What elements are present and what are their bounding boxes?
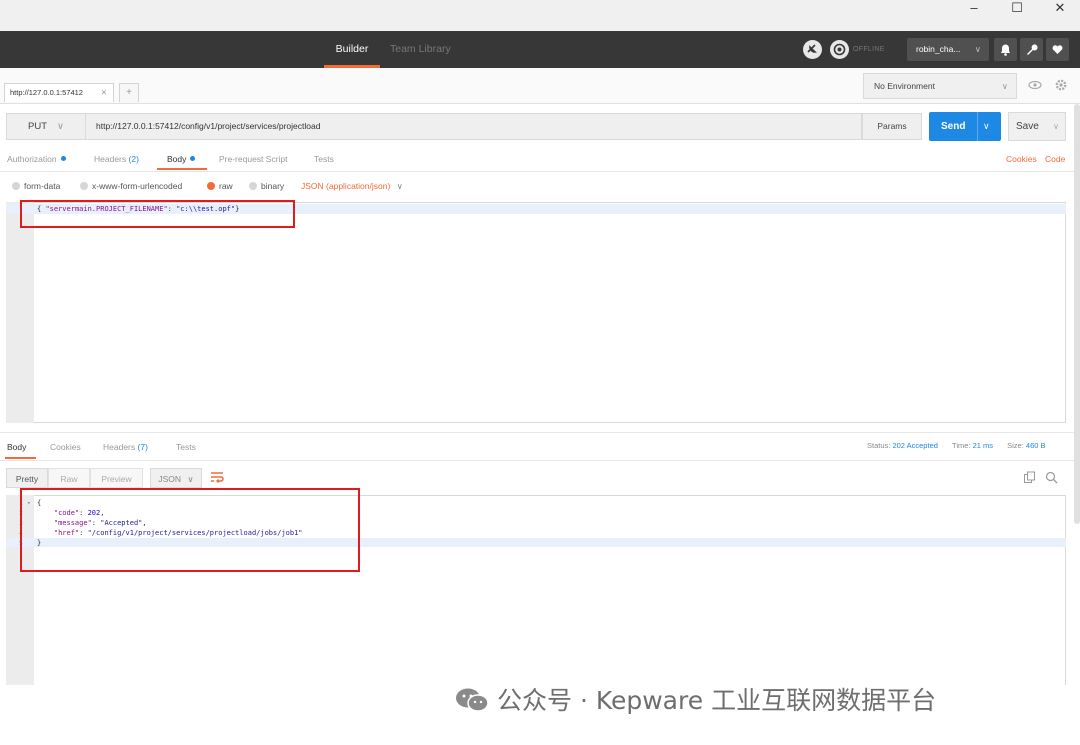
watermark-text: 公众号 · Kepware 工业互联网数据平台 <box>497 686 937 715</box>
headers-count: (7) <box>137 442 148 452</box>
wrap-lines-icon[interactable] <box>209 467 225 487</box>
headers-count: (2) <box>128 154 139 164</box>
active-tab-indicator <box>157 168 207 170</box>
save-label: Save <box>1016 121 1039 132</box>
close-window-button[interactable]: ✕ <box>1040 0 1080 20</box>
params-button[interactable]: Params <box>862 113 922 140</box>
radio-urlencoded[interactable]: x-www-form-urlencoded <box>80 176 182 196</box>
cookies-link[interactable]: Cookies <box>1006 148 1037 170</box>
content-type-label: JSON (application/json) <box>301 181 391 191</box>
window-title-bar <box>0 0 1080 31</box>
watermark: 公众号 · Kepware 工业互联网数据平台 <box>455 683 936 719</box>
active-dot <box>60 156 66 161</box>
status-value: 202 Accepted <box>892 441 938 450</box>
user-menu-button[interactable]: robin_cha... ∨ <box>907 38 989 61</box>
chevron-down-icon[interactable]: ∨ <box>1053 113 1059 140</box>
highlight-box-response <box>20 488 360 572</box>
language-label: JSON <box>158 474 182 484</box>
sync-status-icon[interactable] <box>830 40 849 59</box>
save-button[interactable]: Save ∨ <box>1008 112 1066 141</box>
format-raw-button[interactable]: Raw <box>48 468 90 488</box>
satellite-icon[interactable] <box>803 40 822 59</box>
copy-icon[interactable] <box>1023 468 1036 488</box>
url-input[interactable]: http://127.0.0.1:57412/config/v1/project… <box>86 113 862 140</box>
radio-dot <box>12 182 20 190</box>
divider <box>0 171 1080 172</box>
radio-form-data[interactable]: form-data <box>12 176 60 196</box>
response-tab-headers[interactable]: Headers (7) <box>103 436 148 458</box>
close-tab-icon[interactable]: ✕ <box>101 84 107 102</box>
time-value: 21 ms <box>972 441 994 450</box>
send-divider <box>977 112 978 141</box>
request-body-editor[interactable] <box>6 202 1066 423</box>
response-status-bar: Status: 202 Accepted Time: 21 ms Size: 4… <box>867 436 1046 456</box>
gear-icon[interactable] <box>1050 73 1072 99</box>
heart-icon[interactable] <box>1046 38 1069 61</box>
send-button[interactable]: Send <box>929 112 1001 141</box>
tab-authorization[interactable]: Authorization <box>7 148 66 170</box>
minimize-button[interactable]: – <box>954 0 994 20</box>
radio-dot-selected <box>207 182 215 190</box>
tab-body[interactable]: Body <box>167 148 196 170</box>
maximize-button[interactable]: ☐ <box>997 0 1037 20</box>
format-preview-button[interactable]: Preview <box>90 468 143 488</box>
tab-team-library[interactable]: Team Library <box>390 31 451 68</box>
radio-label: binary <box>261 181 285 191</box>
size-value: 460 B <box>1025 441 1046 450</box>
time-label: Time: <box>952 441 971 450</box>
send-options-chevron-icon[interactable]: ∨ <box>983 112 990 141</box>
radio-dot <box>80 182 88 190</box>
active-dot <box>190 156 196 161</box>
tab-headers-label: Headers <box>94 154 127 164</box>
chevron-down-icon: ∨ <box>57 121 64 132</box>
chevron-down-icon: ∨ <box>187 474 194 484</box>
search-icon[interactable] <box>1045 468 1058 488</box>
divider <box>0 460 1080 461</box>
response-tab-cookies[interactable]: Cookies <box>50 436 81 458</box>
user-name: robin_cha... <box>916 44 961 54</box>
settings-wrench-icon[interactable] <box>1020 38 1043 61</box>
size-label: Size: <box>1007 441 1024 450</box>
content-type-select[interactable]: JSON (application/json) ∨ <box>301 176 403 196</box>
active-tab-indicator <box>5 457 36 459</box>
radio-label: raw <box>219 181 233 191</box>
radio-label: form-data <box>24 181 61 191</box>
status-label: Status: <box>867 441 891 450</box>
environment-label: No Environment <box>874 81 935 91</box>
radio-raw[interactable]: raw <box>207 176 233 196</box>
chevron-down-icon: ∨ <box>1001 81 1008 91</box>
wechat-icon <box>455 687 489 713</box>
response-tab-body[interactable]: Body <box>7 436 26 458</box>
format-pretty-button[interactable]: Pretty <box>6 468 48 488</box>
add-tab-button[interactable]: + <box>119 83 139 102</box>
tab-tests[interactable]: Tests <box>314 148 334 170</box>
response-tab-headers-label: Headers <box>103 442 136 452</box>
response-language-select[interactable]: JSON ∨ <box>150 468 202 488</box>
chevron-down-icon: ∨ <box>396 181 403 191</box>
eye-icon[interactable] <box>1024 73 1046 99</box>
notifications-bell-icon[interactable] <box>994 38 1017 61</box>
tab-headers[interactable]: Headers (2) <box>94 148 139 170</box>
tab-authorization-label: Authorization <box>7 154 57 164</box>
request-tab-label: http://127.0.0.1:57412 <box>10 88 83 97</box>
response-tab-tests[interactable]: Tests <box>176 436 196 458</box>
tab-body-label: Body <box>167 154 187 164</box>
chevron-down-icon: ∨ <box>974 44 981 54</box>
method-select[interactable]: PUT ∨ <box>6 113 86 140</box>
vertical-scrollbar[interactable] <box>1074 104 1080 524</box>
app-header: Builder Team Library OFFLINE robin_cha..… <box>0 31 1080 68</box>
radio-dot <box>249 182 257 190</box>
tab-prerequest-script[interactable]: Pre-request Script <box>219 148 288 170</box>
divider <box>0 432 1080 433</box>
code-link[interactable]: Code <box>1045 148 1065 170</box>
method-label: PUT <box>28 121 47 132</box>
radio-binary[interactable]: binary <box>249 176 284 196</box>
request-tab[interactable]: http://127.0.0.1:57412 ✕ <box>4 83 114 102</box>
environment-select[interactable]: No Environment ∨ <box>863 73 1017 99</box>
offline-status: OFFLINE <box>853 46 885 53</box>
editor-gutter <box>6 202 34 423</box>
radio-label: x-www-form-urlencoded <box>92 181 183 191</box>
tab-builder[interactable]: Builder <box>324 31 380 68</box>
highlight-box-request <box>20 200 295 228</box>
